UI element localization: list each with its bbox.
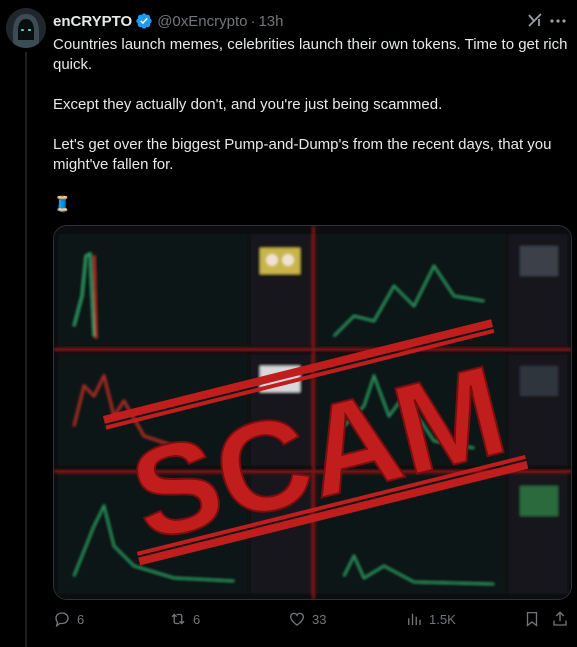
more-options-icon[interactable]: [549, 14, 567, 28]
tweet-paragraph-3: Let's get over the biggest Pump-and-Dump…: [53, 136, 552, 173]
views-count: 1.5K: [429, 611, 456, 627]
views-chart-icon: [408, 613, 421, 625]
reply-icon: [55, 612, 69, 628]
tweet-header: enCRYPTO @0xEncrypto · 13h: [53, 11, 283, 31]
author-name[interactable]: enCRYPTO: [53, 13, 132, 30]
views-button[interactable]: 1.5K: [405, 610, 456, 628]
bookmark-icon: [526, 611, 538, 627]
author-handle[interactable]: @0xEncrypto: [157, 13, 247, 30]
tweet-image[interactable]: SCAM: [53, 225, 572, 600]
reply-button[interactable]: 6: [53, 610, 84, 628]
separator-dot: ·: [250, 12, 256, 30]
tweet-actions: 6 6 33 1.5K: [53, 610, 573, 634]
repost-button[interactable]: 6: [169, 610, 200, 628]
tweet-card[interactable]: enCRYPTO @0xEncrypto · 13h Countries lau…: [0, 0, 577, 647]
thread-line: [25, 52, 27, 647]
tweet-timestamp[interactable]: 13h: [258, 13, 283, 30]
repost-count: 6: [193, 611, 201, 627]
tweet-paragraph-2: Except they actually don't, and you're j…: [53, 96, 443, 113]
bookmark-button[interactable]: [523, 610, 541, 628]
avatar[interactable]: [6, 8, 46, 48]
tweet-text: Countries launch memes, celebrities laun…: [53, 35, 573, 195]
like-button[interactable]: 33: [288, 610, 326, 628]
share-button[interactable]: [551, 610, 569, 628]
tweet-paragraph-1: Countries launch memes, celebrities laun…: [53, 36, 568, 73]
reply-count: 6: [77, 611, 85, 627]
repost-icon: [171, 613, 185, 625]
heart-icon: [289, 612, 305, 626]
like-count: 33: [312, 611, 327, 627]
blurred-charts-scam-image: SCAM: [54, 226, 571, 599]
thread-emoji: 🧵: [53, 196, 72, 213]
share-icon: [553, 611, 567, 626]
verified-badge-icon[interactable]: [135, 12, 153, 30]
hooded-figure-icon: [6, 8, 46, 48]
grok-icon[interactable]: [526, 11, 544, 29]
